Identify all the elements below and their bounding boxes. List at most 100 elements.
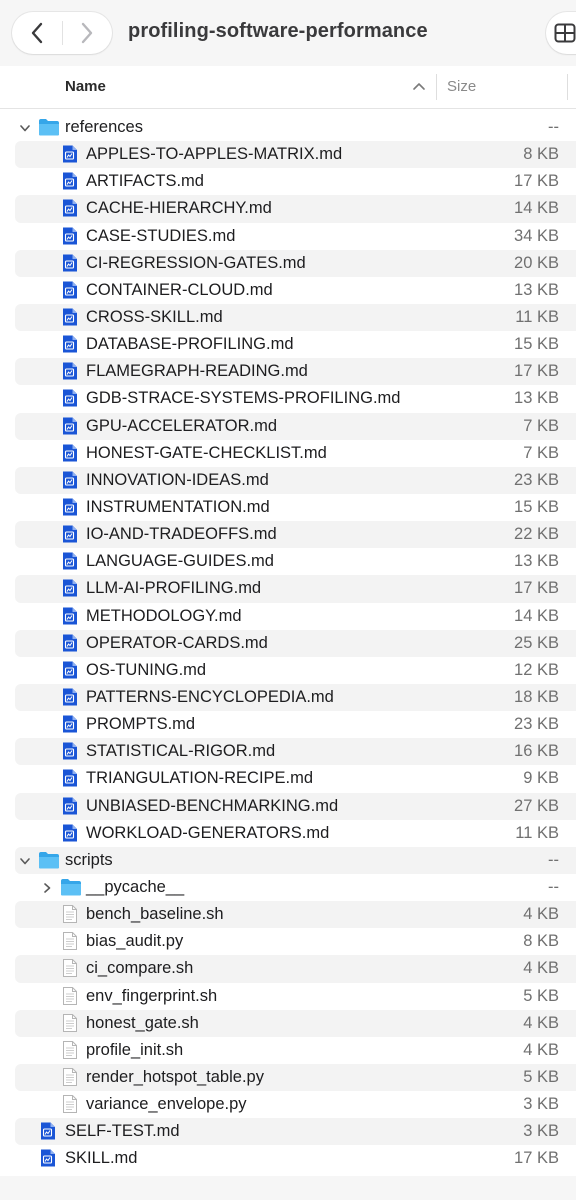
- file-row[interactable]: CROSS-SKILL.md 11 KB: [0, 303, 576, 332]
- file-name: PATTERNS-ENCYCLOPEDIA.md: [86, 687, 334, 706]
- file-size: 5 KB: [523, 986, 559, 1005]
- file-size: 4 KB: [523, 1013, 559, 1032]
- file-row[interactable]: profile_init.sh 4 KB: [0, 1037, 576, 1064]
- file-size: 16 KB: [514, 742, 559, 761]
- markdown-file-icon: [62, 226, 78, 251]
- file-name: SELF-TEST.md: [65, 1122, 180, 1141]
- toolbar: profiling-software-performance: [0, 0, 576, 66]
- file-row[interactable]: ARTIFACTS.md 17 KB: [0, 168, 576, 195]
- file-row[interactable]: variance_envelope.py 3 KB: [0, 1091, 576, 1118]
- file-size: 17 KB: [514, 172, 559, 191]
- file-name: INSTRUMENTATION.md: [86, 497, 270, 516]
- file-row[interactable]: OS-TUNING.md 12 KB: [0, 657, 576, 684]
- file-row[interactable]: GDB-STRACE-SYSTEMS-PROFILING.md 13 KB: [0, 385, 576, 412]
- file-name: DATABASE-PROFILING.md: [86, 335, 294, 354]
- file-name: profile_init.sh: [86, 1040, 184, 1059]
- file-row[interactable]: LANGUAGE-GUIDES.md 13 KB: [0, 548, 576, 575]
- column-divider[interactable]: [567, 74, 568, 100]
- file-row[interactable]: OPERATOR-CARDS.md 25 KB: [0, 629, 576, 657]
- folder-row[interactable]: __pycache__ --: [0, 874, 576, 901]
- file-row[interactable]: INSTRUMENTATION.md 15 KB: [0, 494, 576, 521]
- file-size: 15 KB: [514, 497, 559, 516]
- file-row[interactable]: INNOVATION-IDEAS.md 23 KB: [0, 466, 576, 495]
- file-row[interactable]: METHODOLOGY.md 14 KB: [0, 603, 576, 630]
- file-size: 7 KB: [523, 416, 559, 435]
- file-row[interactable]: PROMPTS.md 23 KB: [0, 711, 576, 738]
- column-header-bar: Name Size: [0, 66, 576, 109]
- column-header-size[interactable]: Size: [447, 78, 476, 95]
- file-name: GDB-STRACE-SYSTEMS-PROFILING.md: [86, 389, 401, 408]
- file-name: STATISTICAL-RIGOR.md: [86, 742, 276, 761]
- file-row[interactable]: FLAMEGRAPH-READING.md 17 KB: [0, 358, 576, 386]
- file-row[interactable]: ci_compare.sh 4 KB: [0, 955, 576, 983]
- file-size: --: [548, 877, 559, 896]
- file-row[interactable]: PATTERNS-ENCYCLOPEDIA.md 18 KB: [0, 683, 576, 712]
- script-file-icon: [62, 1040, 78, 1065]
- script-file-icon: [62, 931, 78, 956]
- file-name: references: [65, 118, 143, 136]
- column-header-name[interactable]: Name: [65, 78, 106, 95]
- file-row[interactable]: STATISTICAL-RIGOR.md 16 KB: [0, 738, 576, 766]
- file-row[interactable]: CASE-STUDIES.md 34 KB: [0, 223, 576, 250]
- markdown-file-icon: [62, 551, 78, 576]
- file-size: 8 KB: [523, 932, 559, 951]
- script-file-icon: [62, 1013, 78, 1038]
- file-name: CONTAINER-CLOUD.md: [86, 280, 273, 299]
- file-name: ci_compare.sh: [86, 959, 194, 978]
- file-row[interactable]: TRIANGULATION-RECIPE.md 9 KB: [0, 765, 576, 792]
- file-row[interactable]: SKILL.md 17 KB: [0, 1145, 576, 1172]
- chevron-right-icon: [81, 22, 93, 44]
- file-row[interactable]: APPLES-TO-APPLES-MATRIX.md 8 KB: [0, 141, 576, 169]
- script-file-icon: [62, 986, 78, 1011]
- view-options-button[interactable]: [546, 12, 576, 54]
- file-row[interactable]: bias_audit.py 8 KB: [0, 928, 576, 955]
- file-row[interactable]: UNBIASED-BENCHMARKING.md 27 KB: [0, 792, 576, 821]
- markdown-file-icon: [62, 687, 78, 712]
- folder-row[interactable]: references --: [0, 114, 576, 141]
- finder-window: profiling-software-performance Name Size…: [0, 0, 576, 1200]
- column-divider[interactable]: [436, 74, 437, 100]
- folder-icon: [38, 850, 60, 875]
- file-row[interactable]: bench_baseline.sh 4 KB: [0, 901, 576, 929]
- back-button[interactable]: [12, 12, 62, 54]
- file-name: variance_envelope.py: [86, 1095, 247, 1114]
- disclosure-expanded-icon[interactable]: [18, 121, 32, 135]
- folder-row[interactable]: scripts --: [0, 846, 576, 875]
- file-row[interactable]: CONTAINER-CLOUD.md 13 KB: [0, 277, 576, 304]
- file-row[interactable]: SELF-TEST.md 3 KB: [0, 1118, 576, 1146]
- file-row[interactable]: LLM-AI-PROFILING.md 17 KB: [0, 575, 576, 603]
- markdown-file-icon: [62, 660, 78, 685]
- markdown-file-icon: [62, 361, 78, 386]
- markdown-file-icon: [62, 796, 78, 821]
- file-row[interactable]: GPU-ACCELERATOR.md 7 KB: [0, 412, 576, 440]
- markdown-file-icon: [62, 497, 78, 522]
- file-size: --: [548, 118, 559, 136]
- file-row[interactable]: HONEST-GATE-CHECKLIST.md 7 KB: [0, 440, 576, 467]
- file-name: METHODOLOGY.md: [86, 606, 242, 625]
- file-row[interactable]: render_hotspot_table.py 5 KB: [0, 1063, 576, 1092]
- file-name: env_fingerprint.sh: [86, 986, 218, 1005]
- disclosure-collapsed-icon[interactable]: [40, 881, 54, 895]
- file-row[interactable]: CI-REGRESSION-GATES.md 20 KB: [0, 249, 576, 277]
- file-name: WORKLOAD-GENERATORS.md: [86, 823, 330, 842]
- file-row[interactable]: DATABASE-PROFILING.md 15 KB: [0, 331, 576, 358]
- bottom-bar: [0, 1176, 576, 1200]
- script-file-icon: [62, 958, 78, 983]
- file-size: 11 KB: [515, 823, 559, 842]
- file-size: 23 KB: [514, 715, 559, 734]
- file-row[interactable]: WORKLOAD-GENERATORS.md 11 KB: [0, 820, 576, 847]
- forward-button[interactable]: [62, 12, 112, 54]
- file-name: ARTIFACTS.md: [86, 172, 204, 191]
- file-row[interactable]: honest_gate.sh 4 KB: [0, 1009, 576, 1038]
- sort-ascending-icon[interactable]: [412, 80, 426, 92]
- file-name: APPLES-TO-APPLES-MATRIX.md: [86, 145, 343, 164]
- file-name: GPU-ACCELERATOR.md: [86, 416, 278, 435]
- file-row[interactable]: env_fingerprint.sh 5 KB: [0, 983, 576, 1010]
- file-row[interactable]: CACHE-HIERARCHY.md 14 KB: [0, 195, 576, 223]
- file-size: 4 KB: [523, 1040, 559, 1059]
- file-size: 14 KB: [514, 606, 559, 625]
- file-row[interactable]: IO-AND-TRADEOFFS.md 22 KB: [0, 521, 576, 549]
- markdown-file-icon: [62, 470, 78, 495]
- file-name: SKILL.md: [65, 1149, 138, 1168]
- disclosure-expanded-icon[interactable]: [18, 854, 32, 868]
